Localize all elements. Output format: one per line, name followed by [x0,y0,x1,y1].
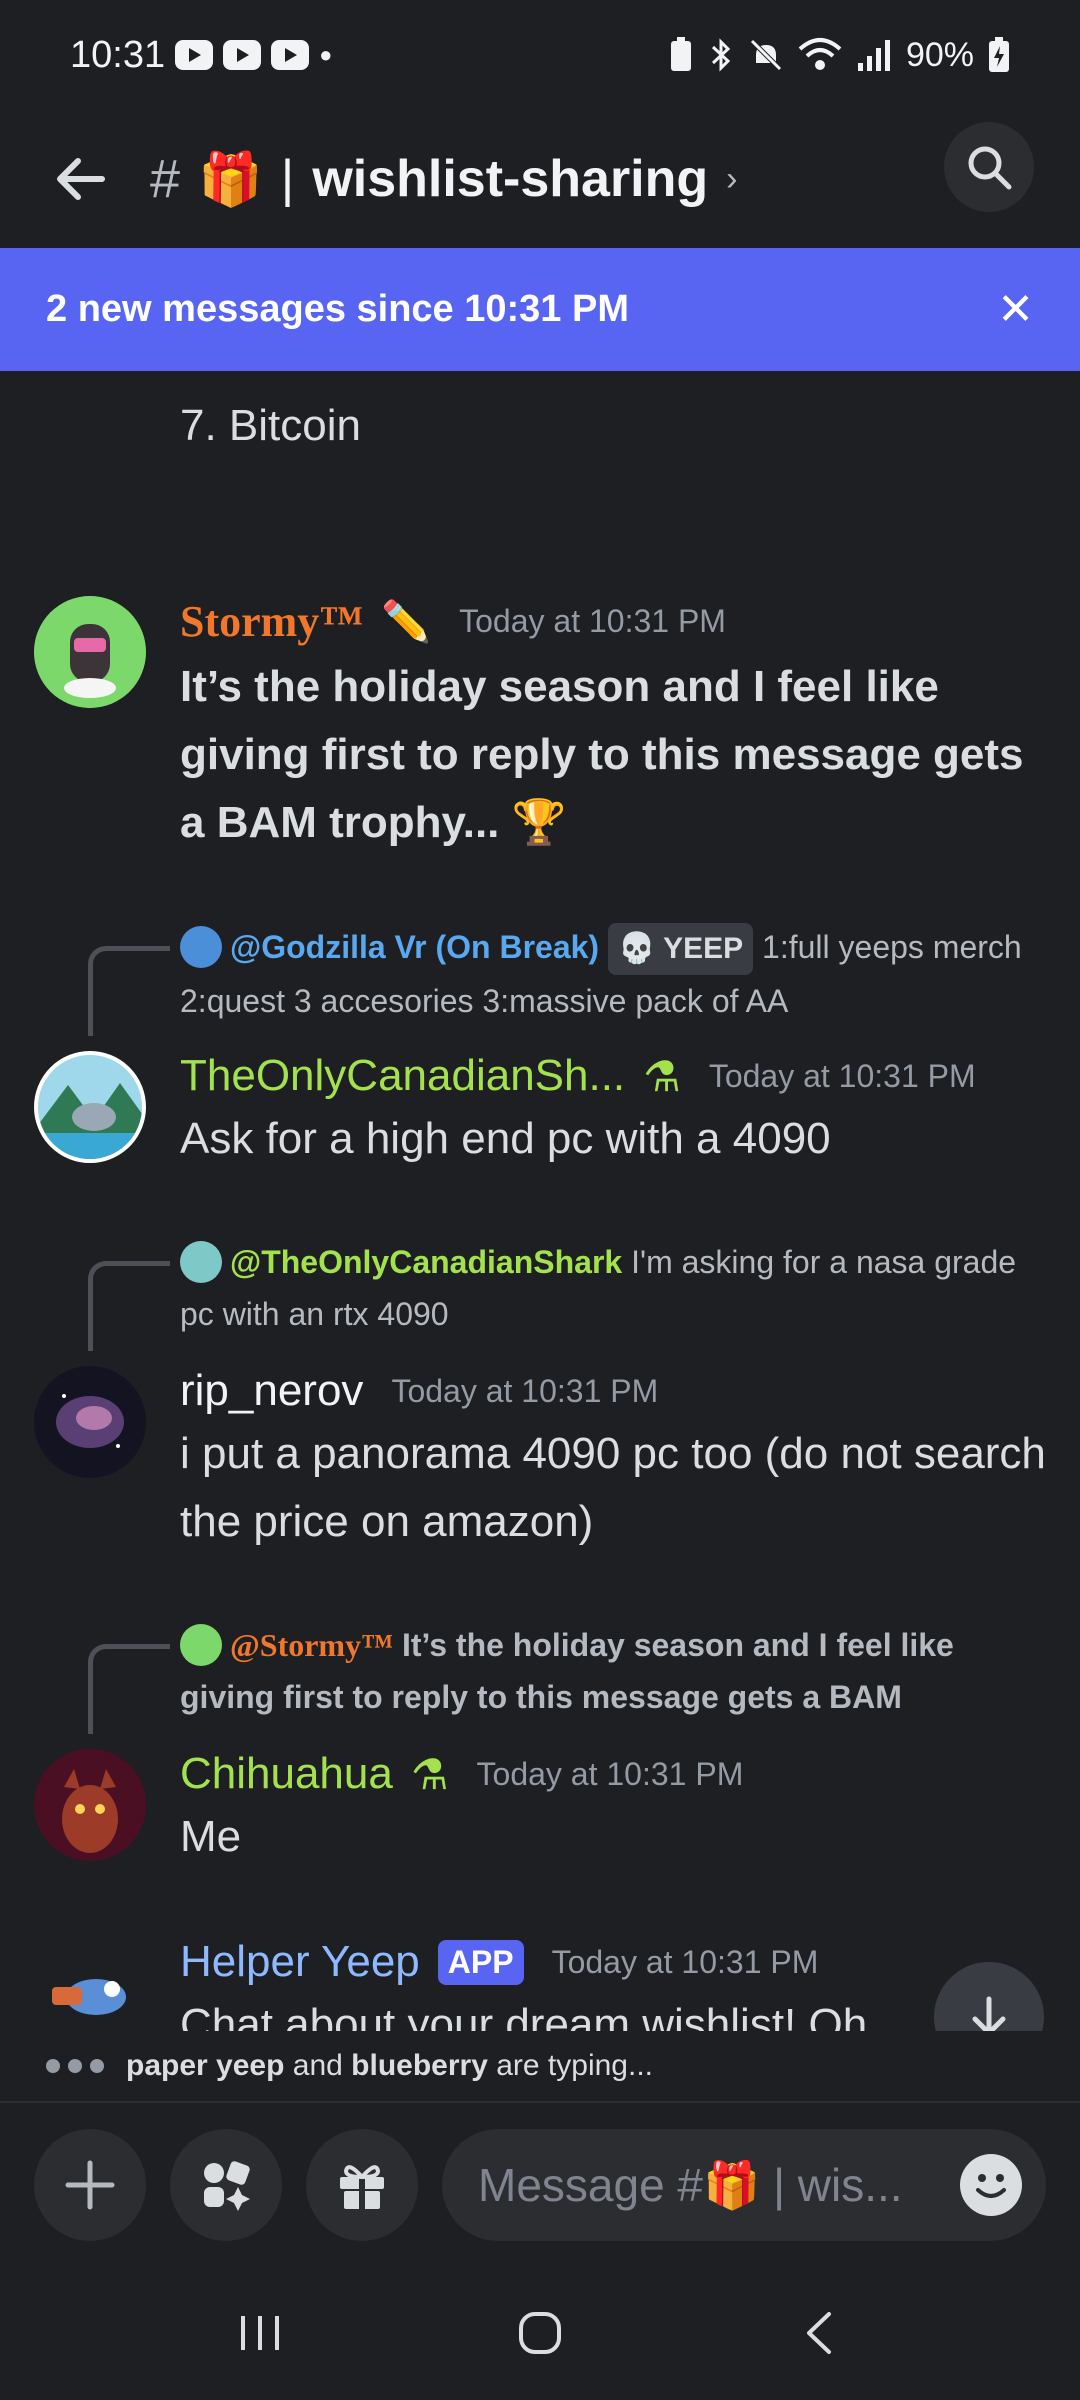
username[interactable]: rip_nerov [180,1366,363,1416]
username[interactable]: Chihuahua [180,1749,393,1799]
new-messages-banner[interactable]: 2 new messages since 10:31 PM ✕ [0,248,1080,371]
channel-title[interactable]: # 🎁 | wishlist-sharing › [150,148,737,210]
search-button[interactable] [944,122,1034,212]
typing-dots-icon [46,2059,104,2073]
search-icon [968,146,1012,190]
add-attachment-button[interactable] [34,2129,146,2241]
wifi-icon [798,38,842,70]
reply-preview[interactable]: @TheOnlyCanadianShark I'm asking for a n… [180,1236,1040,1340]
channel-header: # 🎁 | wishlist-sharing › [0,110,1080,248]
message-composer: Message #🎁 | wis... [0,2105,1080,2265]
battery-saver-icon [670,37,691,71]
avatar[interactable] [34,1937,146,2031]
timestamp: Today at 10:31 PM [459,603,726,639]
more-notifications-dot-icon: ● [319,42,333,67]
timestamp: Today at 10:31 PM [551,1943,819,1980]
username[interactable]: Stormy™ [180,596,363,647]
flask-badge-icon: ⚗ [643,1052,681,1100]
typing-and: and [292,2049,343,2082]
youtube-notification-icon [175,40,214,70]
reply-author: @Stormy™ [230,1627,394,1663]
message-input-placeholder: Message #🎁 | wis... [478,2158,903,2211]
flask-badge-icon: ⚗ [410,1750,449,1798]
reply-connector [88,1644,170,1734]
bluetooth-icon [711,38,731,72]
gift-emoji: 🎁 [198,150,263,209]
typing-user: paper yeep [126,2049,285,2082]
new-messages-text: 2 new messages since 10:31 PM [46,288,629,330]
gift-icon [340,2165,384,2209]
home-icon[interactable] [515,2308,565,2358]
smiley-icon [976,2174,1006,2198]
reply-author: @TheOnlyCanadianShark [230,1244,623,1280]
apps-button[interactable] [170,2129,282,2241]
back-button[interactable] [30,129,130,229]
avatar[interactable] [34,1051,146,1163]
battery-charging-icon [989,37,1009,72]
apps-sparkle-icon [204,2161,250,2211]
username[interactable]: Helper Yeep [180,1937,420,1987]
message-list[interactable]: 7. Bitcoin Stormy™ ✏️ Today at 10:31 PM … [0,371,1080,2031]
close-icon[interactable]: ✕ [997,284,1034,335]
reply-preview[interactable]: @Godzilla Vr (On Break) 💀 YEEP 1:full ye… [180,921,1040,1027]
typing-suffix: are typing... [496,2049,653,2082]
timestamp: Today at 10:31 PM [476,1755,744,1792]
channel-hash-icon: # [150,149,181,209]
message-content: It’s the holiday season and I feel like … [180,662,1024,847]
typing-user: blueberry [351,2049,488,2082]
signal-icon [857,40,890,71]
avatar[interactable] [34,596,146,708]
previous-message-list-item: 7. Bitcoin [180,401,361,450]
system-navigation-bar [0,2265,1080,2400]
mini-avatar [180,1241,222,1283]
username[interactable]: TheOnlyCanadianSh... [180,1051,625,1101]
status-bar: 10:31 ● 90% [0,0,1080,110]
mini-avatar [180,926,222,968]
reply-author: @Godzilla Vr (On Break) [230,929,600,965]
emoji-button[interactable] [960,2154,1022,2216]
gift-button[interactable] [306,2129,418,2241]
app-badge: APP [437,1939,524,1985]
recent-apps-icon[interactable] [235,2308,285,2358]
reply-preview[interactable]: @Stormy™ It’s the holiday season and I f… [180,1619,1040,1723]
channel-separator: | [280,150,295,208]
avatar[interactable] [34,1366,146,1478]
mute-icon [750,39,782,71]
clock: 10:31 [70,33,166,76]
message-content: i put a panorama 4090 pc too (do not sea… [180,1429,1046,1546]
battery-percent: 90% [905,35,974,74]
message-content: Me [180,1812,242,1861]
back-nav-icon[interactable] [795,2308,845,2358]
mini-avatar [180,1624,222,1666]
avatar[interactable] [34,1749,146,1861]
pencil-badge-icon: ✏️ [381,600,432,644]
timestamp: Today at 10:31 PM [391,1372,659,1409]
youtube-notification-icon [271,40,310,70]
timestamp: Today at 10:31 PM [708,1057,976,1094]
youtube-notification-icon [223,40,262,70]
message-input[interactable]: Message #🎁 | wis... [442,2129,1046,2241]
plus-icon [65,2160,115,2210]
message-content: Ask for a high end pc with a 4090 [180,1114,831,1163]
reply-connector [88,946,170,1036]
arrow-left-icon [57,158,105,200]
chevron-right-icon: › [726,159,738,198]
role-tag: 💀 YEEP [607,923,754,975]
typing-indicator: paper yeep and blueberry are typing... [0,2031,1080,2103]
channel-name: wishlist-sharing [312,150,709,208]
reply-connector [88,1261,170,1351]
message-content: Chat about your dream wishlist! Oh [180,2000,868,2031]
